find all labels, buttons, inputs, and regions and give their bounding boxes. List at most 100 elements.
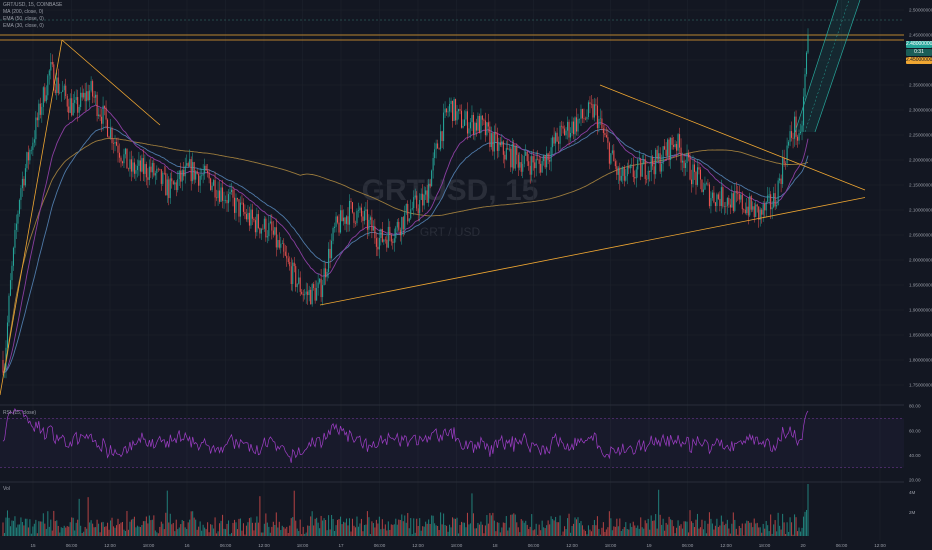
candle-body <box>523 155 525 164</box>
candle-body <box>725 205 727 207</box>
volume-bar <box>584 530 586 536</box>
candle-body <box>686 152 688 164</box>
price-axis[interactable]: 2.500000002.450000002.400000002.35000000… <box>904 0 932 550</box>
volume-bar <box>495 531 497 536</box>
volume-bar <box>475 528 477 536</box>
volume-bar <box>481 524 483 536</box>
candle-body <box>475 122 477 131</box>
volume-bar <box>704 520 706 536</box>
volume-bar <box>779 525 781 536</box>
volume-bar <box>165 512 167 536</box>
volume-bar <box>417 526 419 536</box>
volume-bar <box>187 522 189 536</box>
volume-bar <box>450 527 452 536</box>
volume-bar <box>682 528 684 536</box>
volume-bar <box>259 496 261 536</box>
candle-body <box>486 122 488 136</box>
candle-body <box>377 246 379 250</box>
candle-body <box>687 152 690 158</box>
volume-tick-label: 4M <box>909 490 916 495</box>
volume-bar <box>508 527 510 536</box>
volume-bar <box>581 525 584 536</box>
volume-bar <box>348 518 351 536</box>
candle-body <box>484 120 486 136</box>
candle-body <box>540 163 542 173</box>
candle-body <box>435 143 437 150</box>
candle-body <box>586 116 588 120</box>
volume-bar <box>301 534 303 536</box>
volume-bar <box>102 521 104 536</box>
candle-body <box>365 209 367 211</box>
volume-bar <box>245 525 247 536</box>
volume-bar <box>272 521 274 536</box>
candle-body <box>320 278 322 298</box>
candle-body <box>507 148 509 150</box>
volume-bar <box>671 520 673 536</box>
volume-bar <box>92 523 94 536</box>
volume-bar <box>263 523 265 536</box>
candle-body <box>559 125 561 144</box>
candle-body <box>290 266 292 285</box>
volume-bar <box>311 511 313 536</box>
candle-body <box>398 221 400 230</box>
volume-bar <box>335 525 337 536</box>
candle-body <box>141 158 143 172</box>
candle-body <box>682 160 684 163</box>
volume-bar <box>440 512 442 536</box>
volume-bar <box>658 489 660 536</box>
candle-body <box>366 209 368 230</box>
candle-body <box>598 118 600 129</box>
candle-body <box>514 146 516 169</box>
volume-bar <box>133 516 135 536</box>
candle-body <box>583 118 585 119</box>
trading-chart[interactable]: GRTUSD, 15 GRT / USD 2.50000000 2.4500000… <box>0 0 932 550</box>
volume-bar <box>785 534 787 536</box>
volume-bar <box>118 524 121 536</box>
candle-body <box>568 121 570 138</box>
volume-bar <box>428 519 430 536</box>
volume-bar <box>773 524 775 536</box>
volume-bar <box>310 516 312 536</box>
volume-bar <box>108 529 110 536</box>
candle-body <box>54 89 56 94</box>
candle-body <box>508 148 510 150</box>
volume-bar <box>44 523 46 536</box>
candle-body <box>659 153 661 172</box>
volume-bar <box>744 523 746 536</box>
candle-body <box>60 91 62 93</box>
candle-body <box>629 165 631 169</box>
volume-bar <box>535 523 537 536</box>
volume-bar <box>446 525 448 536</box>
candle-body <box>177 179 179 190</box>
volume-bar <box>474 528 476 536</box>
candle-body <box>350 200 352 203</box>
volume-bar <box>341 524 343 536</box>
volume-bar <box>655 514 657 536</box>
candle-body <box>805 52 808 75</box>
volume-bar <box>770 514 772 536</box>
volume-bar <box>210 524 212 536</box>
volume-bar <box>308 525 310 536</box>
volume-bar <box>45 528 47 536</box>
volume-bar <box>177 529 179 536</box>
rsi-tick-label: 80.00 <box>909 404 921 409</box>
time-axis[interactable]: 15 06:00 12:00 18:00 16 06:00 12:00 18:00 17 06:0… <box>0 540 932 550</box>
candle-body <box>138 160 140 166</box>
candle-body <box>99 114 101 117</box>
candle-body <box>702 189 704 192</box>
candle-body <box>493 132 495 152</box>
volume-bar <box>565 529 567 536</box>
volume-bar <box>387 521 389 536</box>
volume-bar <box>583 529 585 536</box>
candle-body <box>80 92 82 107</box>
candle-body <box>786 145 788 164</box>
volume-bar <box>767 525 769 536</box>
volume-bar <box>593 519 595 536</box>
candle-body <box>652 157 654 167</box>
candle-body <box>404 212 406 230</box>
time-tick-label: 15 <box>30 543 36 548</box>
candle-body <box>93 96 95 98</box>
candle-body <box>238 199 240 217</box>
time-tick-label: 12:00 <box>566 543 578 548</box>
volume-bar <box>256 516 258 536</box>
